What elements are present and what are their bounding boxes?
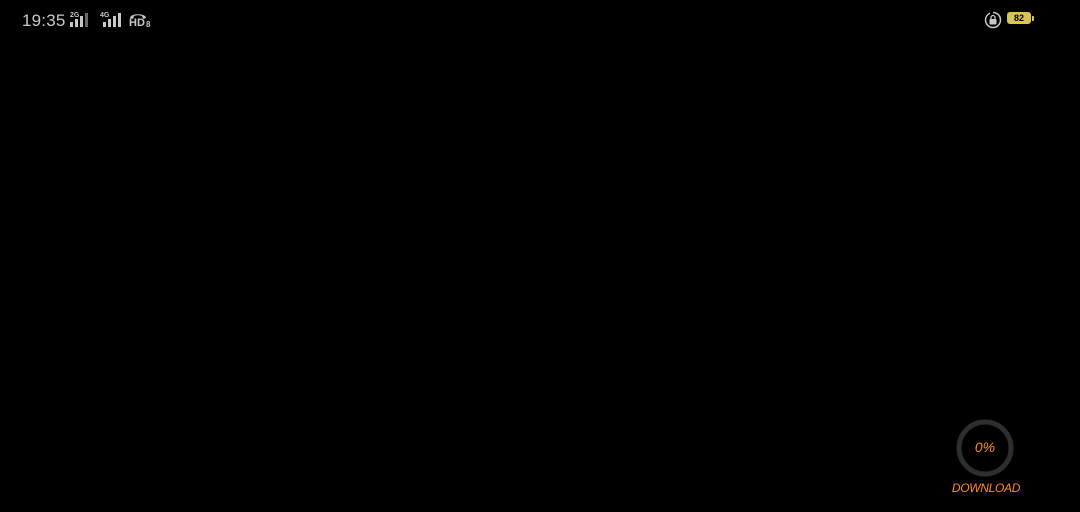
battery-indicator: 82 bbox=[1007, 12, 1035, 26]
signal-bars-icon: 2G bbox=[70, 12, 94, 28]
download-percent: 0% bbox=[974, 439, 996, 455]
signal-bar bbox=[75, 19, 78, 27]
signal-bars-icon: 4G bbox=[100, 12, 124, 28]
signal-bar bbox=[70, 22, 73, 27]
download-progress-button[interactable]: 0% DOWNLOAD bbox=[940, 418, 1032, 500]
status-bar: 19:35 2G 4G HD 8 82 bbox=[0, 0, 1080, 40]
network-type-label: 2G bbox=[70, 12, 80, 19]
download-label: DOWNLOAD bbox=[951, 481, 1021, 495]
rotation-lock-icon bbox=[984, 11, 1002, 29]
network-type-label: 4G bbox=[100, 12, 110, 19]
signal-bar bbox=[118, 13, 121, 27]
hd-label: HD bbox=[129, 17, 145, 29]
signal-bar bbox=[113, 16, 116, 27]
clock: 19:35 bbox=[22, 11, 66, 30]
hd-sub-label: 8 bbox=[146, 20, 151, 29]
battery-level: 82 bbox=[1013, 13, 1024, 23]
signal-bar bbox=[85, 13, 88, 27]
battery-cap bbox=[1032, 16, 1034, 21]
hd-call-icon: HD 8 bbox=[129, 11, 155, 31]
signal-bar bbox=[103, 22, 106, 27]
signal-bar bbox=[80, 16, 83, 27]
signal-bar bbox=[108, 19, 111, 27]
